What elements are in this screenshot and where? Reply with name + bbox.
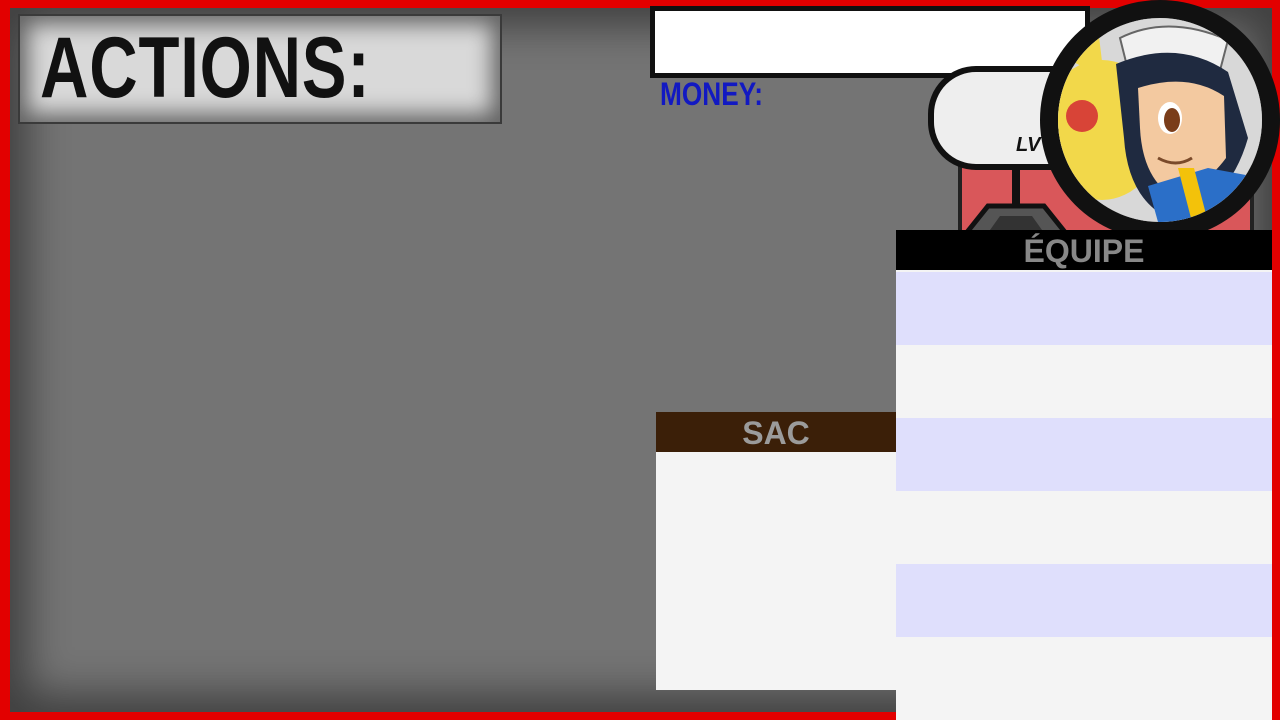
trainer-portrait (1058, 18, 1262, 222)
bag-title: SAC (742, 415, 810, 451)
actions-panel: ACTIONS: (18, 14, 502, 124)
team-slot-2[interactable] (896, 345, 1272, 418)
money-label: MONEY: (660, 76, 764, 112)
bag-header: SAC (656, 412, 896, 452)
team-header: ÉQUIPE (896, 230, 1272, 270)
level-label: LV (1016, 134, 1041, 156)
team-slot-3[interactable] (896, 418, 1272, 491)
bag-panel: SAC (656, 412, 896, 690)
connector-stem (1012, 164, 1020, 204)
trainer-portrait-icon (1058, 18, 1262, 222)
actions-title: ACTIONS: (40, 20, 371, 116)
team-slot-5[interactable] (896, 564, 1272, 637)
team-slot-1[interactable] (896, 272, 1272, 345)
team-panel: ÉQUIPE (896, 230, 1272, 720)
team-slot-6[interactable] (896, 637, 1272, 710)
team-title: ÉQUIPE (1023, 233, 1145, 269)
bag-contents[interactable] (656, 454, 896, 690)
team-slot-4[interactable] (896, 491, 1272, 564)
